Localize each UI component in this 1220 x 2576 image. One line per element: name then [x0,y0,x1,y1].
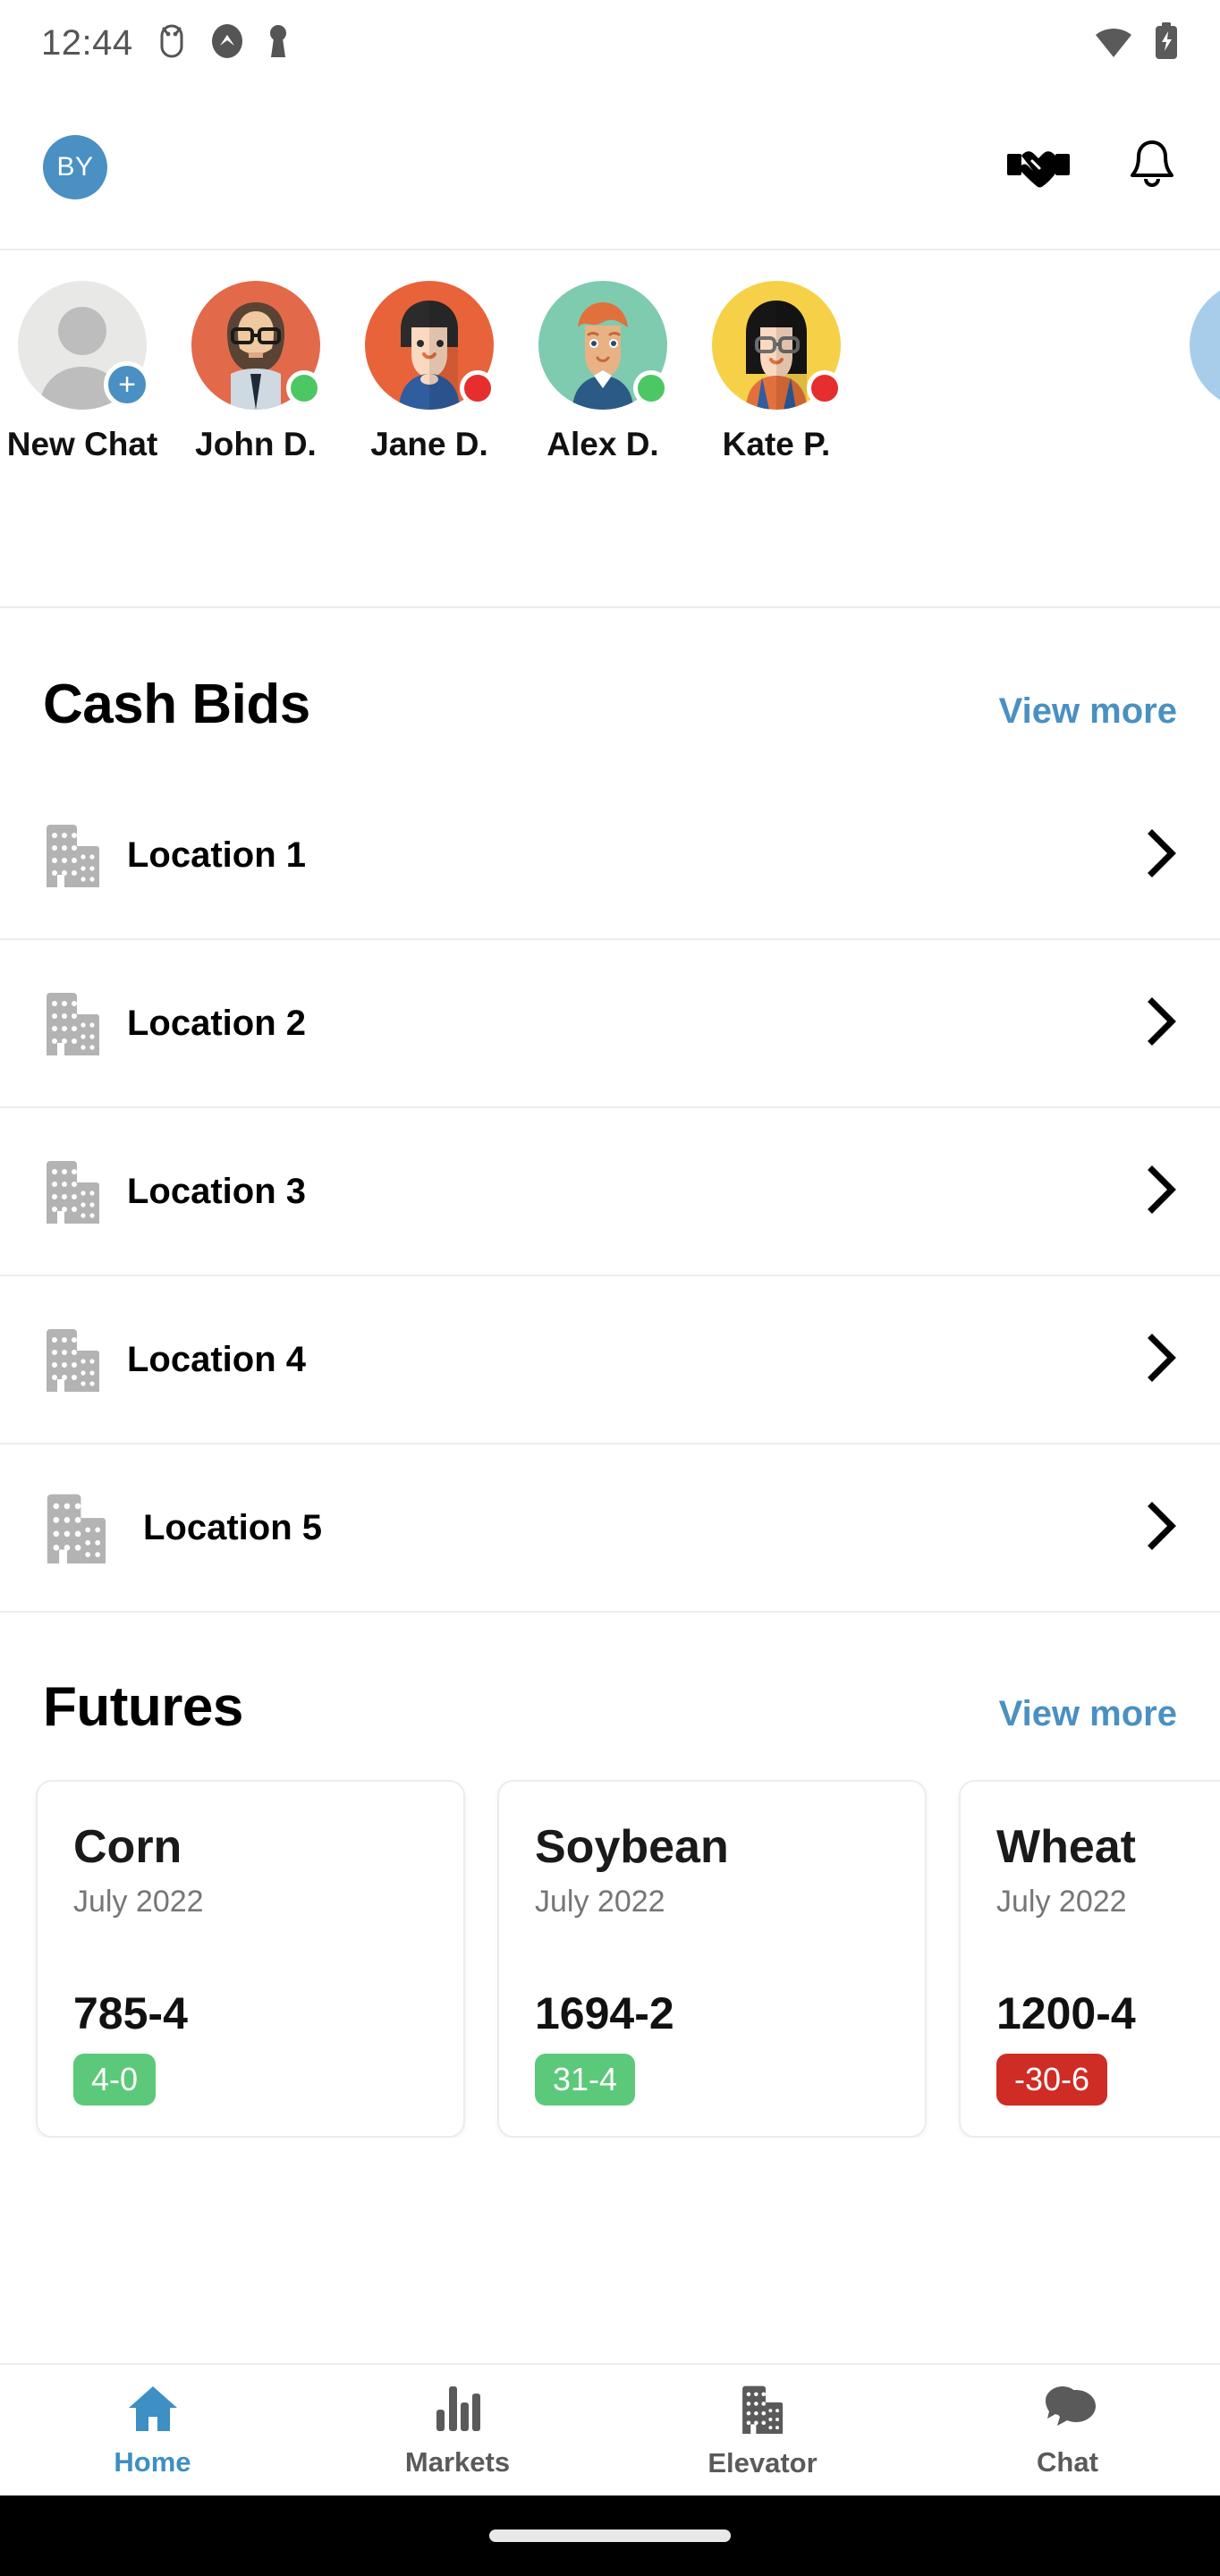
status-dot-busy [807,370,843,406]
futures-card[interactable]: Corn July 2022 785-4 4-0 [36,1780,465,2138]
futures-change-badge: 31-4 [535,2054,636,2106]
building-icon [43,1488,111,1568]
nav-tab-label: Home [114,2445,191,2478]
nav-tab-label: Markets [404,2445,511,2478]
handshake-icon[interactable] [1005,141,1072,194]
location-label: Location 3 [127,1171,307,1211]
chat-item-alex-d[interactable]: Alex D. [538,281,669,606]
chevron-right-icon[interactable] [1147,828,1177,882]
cash-bids-header: Cash Bids View more [0,608,1220,736]
app-header: BY [0,86,1220,250]
cash-bids-title: Cash Bids [43,674,310,735]
system-gesture-bar [0,2496,1220,2576]
chevron-right-icon[interactable] [1147,996,1177,1050]
futures-card[interactable]: Soybean July 2022 1694-2 31-4 [497,1780,927,2138]
status-dot-online [286,370,322,406]
building-icon [43,819,104,892]
building-icon [43,1324,104,1396]
chat-bubble-icon [1040,2383,1096,2437]
futures-commodity-name: Soybean [535,1821,729,1873]
chat-item-new[interactable]: + New Chat [7,281,157,606]
chat-avatar-wrap: + [18,281,150,410]
chat-item-john-d[interactable]: John D. [191,281,322,606]
bell-icon[interactable] [1127,139,1177,197]
status-dot-busy [460,370,496,406]
nav-tab-markets[interactable]: Markets [305,2365,610,2496]
futures-header: Futures View more [0,1613,1220,1739]
chat-avatar-wrap [712,281,843,410]
status-dot-online [633,370,669,406]
status-bar-clock: 12:44 [41,22,133,63]
bottom-navigation-bar: Home Markets Elevator Chat [0,2363,1220,2496]
chat-item-label: Kate P. [722,426,831,462]
nav-tab-chat[interactable]: Chat [915,2365,1220,2496]
battery-charging-icon [1154,21,1179,64]
futures-view-more-link[interactable]: View more [999,1694,1177,1734]
header-actions [1005,139,1177,197]
futures-change-badge: 4-0 [73,2054,157,2106]
futures-contract-month: July 2022 [996,1884,1127,1919]
chevron-right-icon[interactable] [1147,1333,1177,1386]
futures-contract-month: July 2022 [73,1884,204,1919]
cash-bids-location-list: Location 1 Location 2 Location 3 Locatio… [0,772,1220,1613]
nav-tab-home[interactable]: Home [0,2365,305,2496]
futures-card-rail[interactable]: Corn July 2022 785-4 4-0 Soybean July 20… [0,1780,1220,2138]
location-label: Location 1 [127,835,307,875]
location-label: Location 5 [143,1507,323,1547]
location-row[interactable]: Location 1 [0,772,1220,940]
location-row[interactable]: Location 4 [0,1276,1220,1445]
location-label: Location 2 [127,1003,307,1043]
chevron-right-icon[interactable] [1147,1501,1177,1555]
chevron-right-icon[interactable] [1147,1165,1177,1218]
futures-card[interactable]: Wheat July 2022 1200-4 -30-6 [959,1780,1220,2138]
vpn-key-icon [267,23,289,64]
android-debug-icon [157,24,187,63]
chat-item-label: New Chat [6,426,158,462]
chat-item-label: John D. [195,426,317,462]
futures-change-badge: -30-6 [996,2054,1108,2106]
bar-chart-icon [433,2383,483,2437]
chat-item-kate-p[interactable]: Kate P. [712,281,843,606]
futures-price: 1200-4 [996,1988,1136,2038]
avatar-initials: BY [56,152,94,182]
location-row[interactable]: Location 5 [0,1445,1220,1613]
chat-avatar-wrap [191,281,322,410]
futures-contract-month: July 2022 [535,1884,665,1919]
wifi-icon [1093,23,1134,64]
futures-commodity-name: Wheat [996,1821,1136,1873]
chat-item-jane-d[interactable]: Jane D. [365,281,496,606]
nav-tab-label: Chat [1037,2445,1098,2478]
status-bar-left: 12:44 [41,23,289,64]
chat-avatar-wrap [365,281,496,410]
add-chat-plus-icon[interactable]: + [104,361,150,408]
chat-avatar-wrap [538,281,669,410]
location-row[interactable]: Location 3 [0,1108,1220,1276]
home-icon [125,2383,181,2437]
futures-price: 1694-2 [535,1988,674,2038]
status-bar-right [1093,21,1179,64]
chat-item-partial-offscreen[interactable] [1190,281,1220,410]
app-badge-icon [210,23,244,64]
nav-tab-elevator[interactable]: Elevator [610,2365,915,2496]
futures-price: 785-4 [73,1988,188,2038]
status-bar: 12:44 [0,0,1220,86]
chat-avatars-strip[interactable]: + New Chat John D. Jane D. Alex D. Kate … [0,250,1220,608]
chat-item-label: Alex D. [546,426,659,462]
building-icon [738,2382,788,2438]
profile-avatar-button[interactable]: BY [43,135,107,199]
gesture-home-pill[interactable] [489,2529,731,2542]
location-row[interactable]: Location 2 [0,940,1220,1108]
nav-tab-label: Elevator [707,2446,818,2479]
building-icon [43,1156,104,1228]
location-label: Location 4 [127,1339,307,1379]
futures-commodity-name: Corn [73,1821,182,1873]
building-icon [43,987,104,1060]
futures-title: Futures [43,1676,243,1738]
cash-bids-view-more-link[interactable]: View more [999,691,1177,732]
chat-item-label: Jane D. [370,426,488,462]
